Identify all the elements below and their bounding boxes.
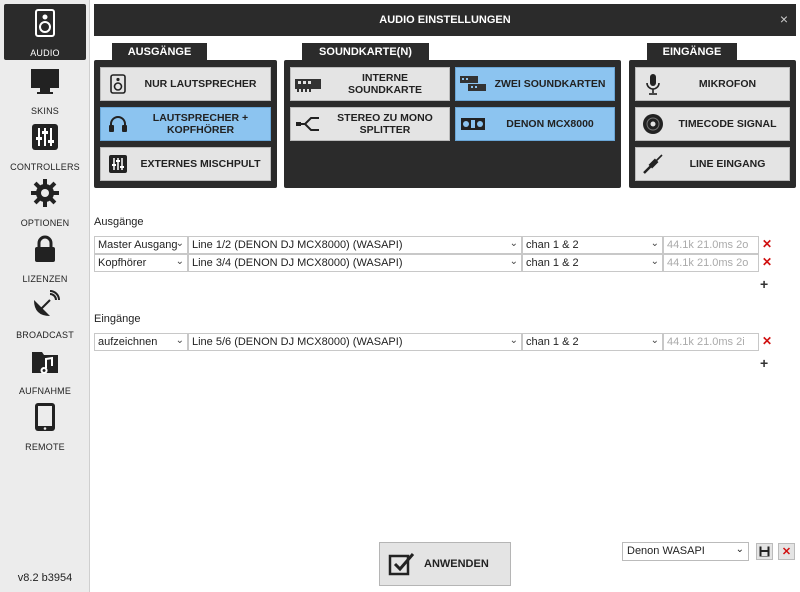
sidebar-item-remote[interactable]: REMOTE (4, 398, 86, 454)
remove-output-button[interactable]: ✕ (762, 237, 772, 251)
lock-icon (35, 235, 55, 262)
input-mode-line-in-button[interactable]: LINE EINGANG (635, 147, 790, 181)
checkbox-check-icon (380, 543, 424, 585)
monitor-icon (31, 69, 59, 94)
vinyl-icon (636, 108, 670, 140)
output-info: 44.1k 21.0ms 2o (663, 236, 759, 254)
input-type-select[interactable]: aufzeichnen ⌄ (94, 333, 188, 351)
two-sound-cards-icon (456, 68, 490, 100)
inputs-section-label: Eingänge (94, 313, 141, 325)
soundcard-panel: INTERNE SOUNDKARTE ZWEI SOUNDKARTEN STER… (284, 60, 621, 188)
output-device-select[interactable]: Line 3/4 (DENON DJ MCX8000) (WASAPI) ⌄ (188, 254, 522, 272)
inputs-panel: MIKROFON TIMECODE SIGNAL LINE EINGANG (629, 60, 796, 188)
dialog-titlebar: AUDIO EINSTELLUNGEN × (94, 4, 796, 36)
chevron-down-icon: ⌄ (175, 256, 184, 267)
sidebar-item-label: OPTIONEN (20, 218, 70, 228)
chevron-down-icon: ⌄ (509, 256, 518, 267)
sidebar: AUDIO SKINS CONTROLLERS OPTIONEN LIZENZE… (0, 0, 90, 592)
jack-cable-icon (636, 148, 670, 180)
sidebar-item-label: AUFNAHME (18, 386, 72, 396)
input-channel-select[interactable]: chan 1 & 2 ⌄ (522, 333, 663, 351)
output-info: 44.1k 21.0ms 2o (663, 254, 759, 272)
microphone-icon (636, 68, 670, 100)
apply-button[interactable]: ANWENDEN (379, 542, 511, 586)
delete-preset-button[interactable]: ✕ (778, 543, 795, 560)
remove-output-button[interactable]: ✕ (762, 255, 772, 269)
output-type-select[interactable]: Master Ausgang ⌄ (94, 236, 188, 254)
sliders-icon (32, 124, 58, 150)
sidebar-item-label: BROADCAST (16, 330, 74, 340)
satellite-dish-icon (34, 290, 60, 316)
sidebar-item-label: AUDIO (30, 48, 60, 58)
apply-button-label: ANWENDEN (424, 558, 489, 570)
controller-icon (456, 108, 490, 140)
sound-card-icon (291, 68, 325, 100)
music-folder-icon (32, 352, 58, 374)
output-device-select[interactable]: Line 1/2 (DENON DJ MCX8000) (WASAPI) ⌄ (188, 236, 522, 254)
output-channel-select[interactable]: chan 1 & 2 ⌄ (522, 254, 663, 272)
close-button[interactable]: × (780, 11, 788, 27)
floppy-disk-icon (759, 546, 770, 557)
preset-select[interactable]: Denon WASAPI ⌄ (622, 542, 749, 561)
sidebar-item-label: SKINS (30, 106, 59, 116)
sidebar-item-optionen[interactable]: OPTIONEN (4, 174, 86, 230)
input-info: 44.1k 21.0ms 2i (663, 333, 759, 351)
sidebar-item-label: REMOTE (25, 442, 65, 452)
save-preset-button[interactable] (756, 543, 773, 560)
outputs-panel-tab: AUSGÄNGE (112, 43, 207, 61)
soundcard-internal-button[interactable]: INTERNE SOUNDKARTE (290, 67, 450, 101)
mixer-icon (101, 148, 135, 180)
sidebar-item-broadcast[interactable]: BROADCAST (4, 286, 86, 342)
splitter-cable-icon (291, 108, 325, 140)
chevron-down-icon: ⌄ (509, 335, 518, 346)
remove-input-button[interactable]: ✕ (762, 334, 772, 348)
chevron-down-icon: ⌄ (650, 256, 659, 267)
inputs-panel-tab: EINGÄNGE (647, 43, 737, 61)
input-mode-timecode-button[interactable]: TIMECODE SIGNAL (635, 107, 790, 141)
input-mode-microphone-button[interactable]: MIKROFON (635, 67, 790, 101)
soundcard-splitter-button[interactable]: STEREO ZU MONO SPLITTER (290, 107, 450, 141)
output-mode-external-mixer-button[interactable]: EXTERNES MISCHPULT (100, 147, 271, 181)
sidebar-item-label: LIZENZEN (22, 274, 68, 284)
soundcard-two-cards-button[interactable]: ZWEI SOUNDKARTEN (455, 67, 615, 101)
gear-icon (31, 179, 59, 207)
chevron-down-icon: ⌄ (509, 238, 518, 249)
input-device-select[interactable]: Line 5/6 (DENON DJ MCX8000) (WASAPI) ⌄ (188, 333, 522, 351)
chevron-down-icon: ⌄ (175, 335, 184, 346)
chevron-down-icon: ⌄ (650, 238, 659, 249)
chevron-down-icon: ⌄ (650, 335, 659, 346)
sidebar-item-audio[interactable]: AUDIO (4, 4, 86, 60)
add-input-button[interactable]: + (760, 355, 768, 371)
sidebar-item-skins[interactable]: SKINS (4, 62, 86, 118)
output-mode-speakers-only-button[interactable]: NUR LAUTSPRECHER (100, 67, 271, 101)
outputs-section-label: Ausgänge (94, 216, 144, 228)
add-output-button[interactable]: + (760, 276, 768, 292)
headphones-icon (101, 108, 135, 140)
output-mode-speakers-headphones-button[interactable]: LAUTSPRECHER + KOPFHÖRER (100, 107, 271, 141)
sidebar-item-aufnahme[interactable]: AUFNAHME (4, 342, 86, 398)
tablet-icon (35, 403, 55, 431)
outputs-panel: NUR LAUTSPRECHER LAUTSPRECHER + KOPFHÖRE… (94, 60, 277, 188)
sidebar-item-label: CONTROLLERS (10, 162, 80, 172)
output-channel-select[interactable]: chan 1 & 2 ⌄ (522, 236, 663, 254)
chevron-down-icon: ⌄ (175, 238, 184, 249)
speaker-icon (101, 68, 135, 100)
speaker-icon (35, 9, 55, 37)
sidebar-item-lizenzen[interactable]: LIZENZEN (4, 230, 86, 286)
dialog-title: AUDIO EINSTELLUNGEN (379, 14, 511, 26)
soundcard-panel-tab: SOUNDKARTE(N) (302, 43, 429, 61)
sidebar-item-controllers[interactable]: CONTROLLERS (4, 118, 86, 174)
output-type-select[interactable]: Kopfhörer ⌄ (94, 254, 188, 272)
soundcard-denon-mcx8000-button[interactable]: DENON MCX8000 (455, 107, 615, 141)
version-label: v8.2 b3954 (17, 572, 73, 584)
chevron-down-icon: ⌄ (735, 544, 744, 555)
